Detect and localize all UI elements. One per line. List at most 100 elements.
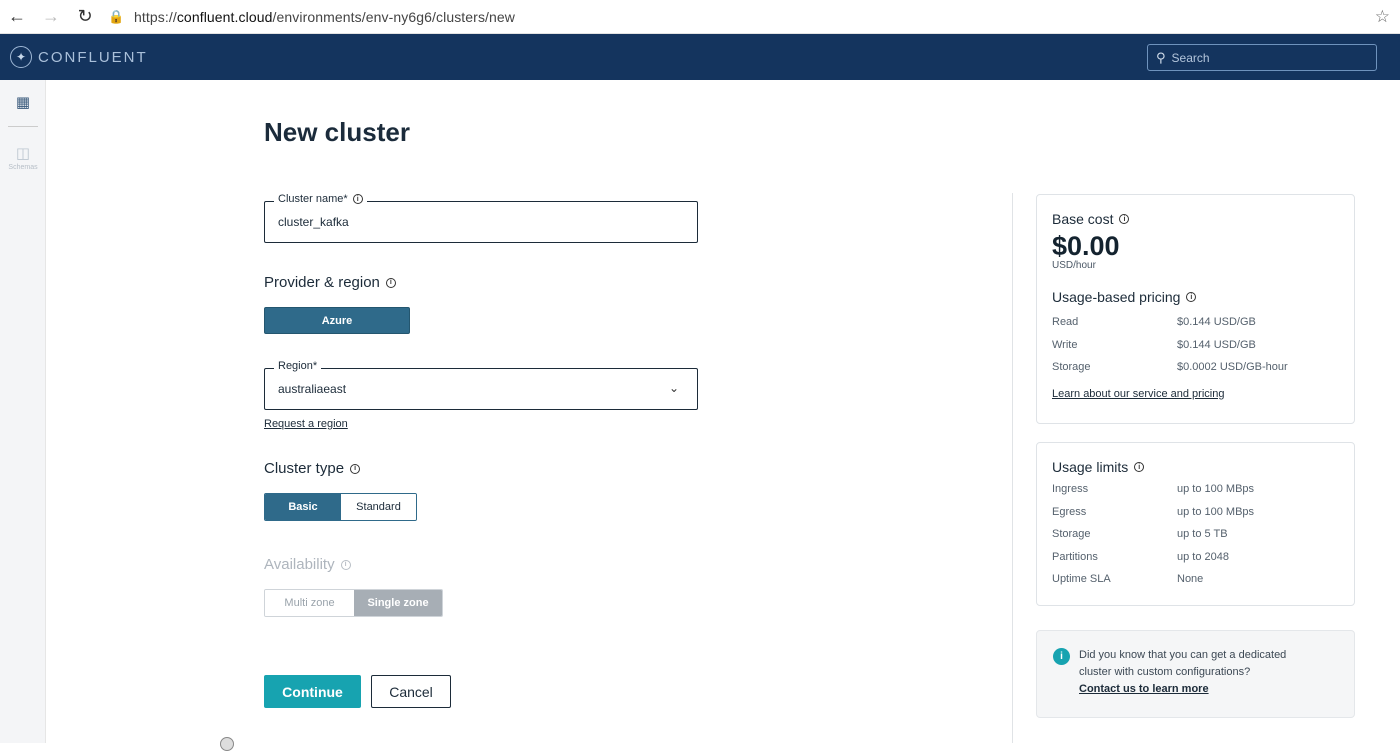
limit-value: up to 5 TB (1177, 528, 1228, 541)
reload-icon[interactable]: ↻ (68, 0, 102, 34)
limit-key: Storage (1052, 528, 1091, 541)
cancel-button[interactable]: Cancel (371, 675, 451, 708)
provider-azure-button[interactable]: Azure (264, 307, 410, 334)
column-divider (1012, 193, 1013, 743)
cluster-name-label-wrap: Cluster name* i (274, 193, 367, 205)
limit-row: Egress up to 100 MBps (1052, 501, 1339, 524)
forward-arrow-icon[interactable]: → (34, 0, 68, 34)
availability-single-zone[interactable]: Single zone (354, 590, 442, 616)
base-cost-card: Base cost i $0.00 USD/hour Usage-based p… (1036, 194, 1355, 424)
contact-us-link[interactable]: Contact us to learn more (1079, 683, 1209, 695)
url-path: /environments/env-ny6g6/clusters/new (272, 8, 516, 25)
limit-row: Uptime SLA None (1052, 568, 1339, 591)
back-arrow-icon[interactable]: ← (0, 0, 34, 34)
region-label: Region* (278, 360, 318, 372)
page-title: New cluster (264, 117, 410, 147)
provider-region-label: Provider & region (264, 274, 380, 291)
availability-toggle: Multi zone Single zone (264, 589, 443, 617)
availability-multi-zone[interactable]: Multi zone (265, 590, 354, 616)
provider-region-title: Provider & region i (264, 274, 396, 291)
rail-item-grid[interactable]: ▦ (0, 80, 46, 124)
confluent-logo-icon[interactable]: ✦ (10, 46, 32, 68)
lock-icon: 🔒 (108, 8, 125, 24)
limit-row: Ingress up to 100 MBps (1052, 478, 1339, 501)
grid-icon: ▦ (15, 94, 31, 111)
usage-pricing-label: Usage-based pricing (1052, 289, 1181, 305)
pricing-value: $0.144 USD/GB (1177, 316, 1256, 329)
pricing-row: Write $0.144 USD/GB (1052, 334, 1339, 357)
cluster-type-basic[interactable]: Basic (265, 494, 341, 520)
cluster-name-label: Cluster name* (278, 193, 348, 205)
cluster-name-value: cluster_kafka (278, 215, 349, 229)
dedicated-info-text: Did you know that you can get a dedicate… (1079, 647, 1339, 698)
pricing-link-wrap: Learn about our service and pricing (1052, 384, 1339, 402)
usage-limits-card: Usage limits i Ingress up to 100 MBps Eg… (1036, 442, 1355, 606)
limit-key: Uptime SLA (1052, 573, 1111, 586)
dedicated-info-card: i Did you know that you can get a dedica… (1036, 630, 1355, 718)
cluster-name-field[interactable]: Cluster name* i cluster_kafka (264, 193, 698, 243)
cluster-type-title: Cluster type i (264, 460, 361, 477)
rail-item-schemas[interactable]: ◫ Schemas (0, 135, 46, 179)
info-icon[interactable]: i (350, 463, 361, 474)
cluster-type-label: Cluster type (264, 460, 345, 477)
base-cost-amount: $0.00 (1052, 231, 1120, 261)
limit-key: Ingress (1052, 483, 1089, 496)
base-cost-unit: USD/hour (1052, 260, 1096, 271)
info-icon[interactable]: i (1134, 462, 1145, 472)
app-header: ✦ CONFLUENT ⚲ (0, 34, 1400, 80)
region-select[interactable]: Region* australiaeast ⌄ (264, 360, 698, 410)
limit-value: up to 2048 (1177, 550, 1229, 563)
continue-button[interactable]: Continue (264, 675, 361, 708)
schemas-icon: ◫ (15, 144, 31, 162)
dedicated-info-line2: cluster with custom configurations? (1079, 666, 1251, 678)
info-icon[interactable]: i (1186, 292, 1197, 302)
url-host: confluent.cloud (176, 8, 273, 25)
url-prefix: https:// (134, 8, 177, 25)
cluster-type-standard[interactable]: Standard (341, 494, 416, 520)
pricing-key: Read (1052, 316, 1079, 329)
limit-key: Partitions (1052, 550, 1098, 563)
dedicated-info-line1: Did you know that you can get a dedicate… (1079, 649, 1287, 661)
limit-value: up to 100 MBps (1177, 505, 1255, 518)
limit-value: None (1177, 573, 1204, 586)
pricing-value: $0.0002 USD/GB-hour (1177, 361, 1288, 374)
search-input[interactable] (1171, 50, 1362, 65)
browser-toolbar: ← → ↻ 🔒 https://confluent.cloud/environm… (0, 0, 1400, 34)
info-icon[interactable]: i (1119, 214, 1130, 224)
limit-row: Storage up to 5 TB (1052, 523, 1339, 546)
cluster-type-toggle: Basic Standard (264, 493, 417, 521)
pricing-key: Storage (1052, 361, 1091, 374)
logo-text[interactable]: CONFLUENT (38, 49, 148, 66)
availability-label: Availability (264, 556, 335, 573)
limit-key: Egress (1052, 505, 1087, 518)
request-region-link[interactable]: Request a region (264, 418, 348, 430)
info-circle-icon: i (1053, 648, 1070, 665)
pricing-value: $0.144 USD/GB (1177, 338, 1256, 351)
rail-label-schemas: Schemas (8, 163, 38, 171)
chevron-down-icon: ⌄ (668, 381, 679, 395)
pricing-key: Write (1052, 338, 1078, 351)
info-icon[interactable]: i (352, 194, 363, 204)
help-widget-icon[interactable] (220, 737, 234, 751)
region-label-wrap: Region* (274, 360, 322, 372)
availability-title: Availability i (264, 556, 351, 573)
limit-value: up to 100 MBps (1177, 483, 1255, 496)
search-box[interactable]: ⚲ (1147, 44, 1377, 71)
usage-pricing-title: Usage-based pricing i (1052, 289, 1339, 305)
info-icon[interactable]: i (385, 277, 396, 288)
pricing-row: Storage $0.0002 USD/GB-hour (1052, 356, 1339, 379)
usage-limits-label: Usage limits (1052, 459, 1129, 475)
info-icon[interactable]: i (340, 559, 351, 570)
base-cost-title: Base cost i (1052, 211, 1339, 227)
pricing-row: Read $0.144 USD/GB (1052, 311, 1339, 334)
bookmark-star-icon[interactable]: ☆ (1375, 7, 1390, 27)
usage-limits-title: Usage limits i (1052, 459, 1339, 475)
base-cost-label: Base cost (1052, 211, 1114, 227)
limit-row: Partitions up to 2048 (1052, 546, 1339, 569)
left-rail: ▦ ◫ Schemas (0, 80, 46, 743)
region-value: australiaeast (278, 382, 347, 396)
address-bar[interactable]: https://confluent.cloud/environments/env… (134, 9, 515, 25)
rail-divider (7, 126, 38, 127)
search-icon: ⚲ (1156, 49, 1166, 65)
learn-pricing-link[interactable]: Learn about our service and pricing (1052, 388, 1224, 400)
